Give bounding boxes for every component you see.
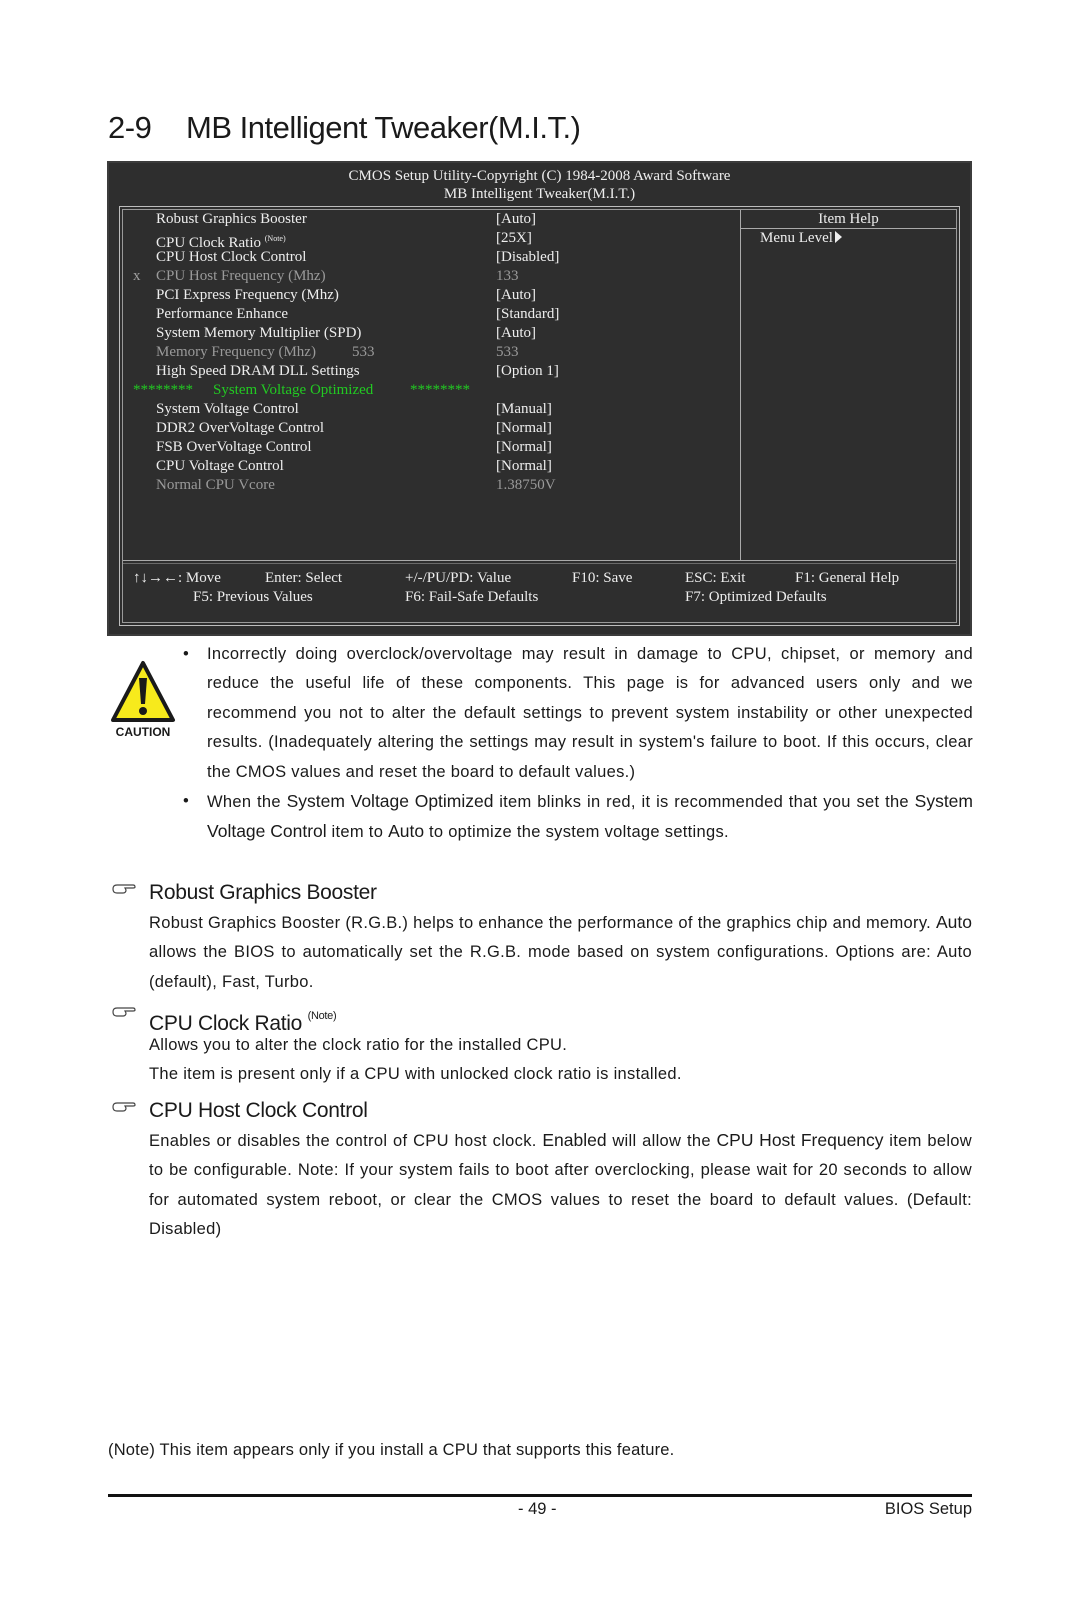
caution-bullet: • Incorrectly doing overclock/overvoltag… bbox=[183, 640, 973, 787]
bios-item-value[interactable]: [Auto] bbox=[496, 286, 536, 305]
footer-label: BIOS Setup bbox=[884, 1500, 972, 1518]
bios-item-value[interactable]: [Auto] bbox=[496, 324, 536, 343]
note-marker: (Note) bbox=[307, 1010, 337, 1022]
bios-item-value: 533 bbox=[496, 344, 519, 360]
pointing-hand-icon bbox=[112, 1007, 136, 1017]
section-heading: Robust Graphics Booster bbox=[112, 878, 972, 908]
key-move: ↑↓→←: Move bbox=[133, 570, 221, 586]
bios-keys-divider bbox=[123, 560, 956, 564]
item-help-body: Menu Level bbox=[760, 230, 842, 247]
bios-item-label: Robust Graphics Booster bbox=[156, 211, 307, 227]
bios-item-label: Memory Frequency (Mhz) bbox=[156, 344, 316, 360]
item-help-title: Item Help bbox=[741, 210, 956, 229]
bios-item-extra-value: 533 bbox=[352, 344, 375, 360]
bios-item-label: CPU Host Clock Control bbox=[156, 249, 307, 265]
bios-key-legend-row2: F5: Previous Values F6: Fail-Safe Defaul… bbox=[120, 588, 959, 607]
bios-item-label: Performance Enhance bbox=[156, 306, 289, 322]
caution-bullets: • Incorrectly doing overclock/overvoltag… bbox=[183, 640, 973, 848]
bullet-dot: • bbox=[183, 645, 190, 663]
key-exit: ESC: Exit bbox=[685, 570, 746, 586]
bios-frame: Robust Graphics Booster [Auto] CPU Clock… bbox=[119, 206, 960, 626]
banner-text: System Voltage Optimized bbox=[213, 382, 374, 398]
section-heading: CPU Host Clock Control bbox=[112, 1096, 972, 1126]
section-body: Robust Graphics Booster (R.G.B.) helps t… bbox=[149, 912, 972, 991]
key-previous-values: F5: Previous Values bbox=[193, 589, 313, 605]
section-cpu-clock-ratio: CPU Clock Ratio (Note) Allows you to alt… bbox=[112, 1001, 972, 1090]
bios-header-copyright: CMOS Setup Utility-Copyright (C) 1984-20… bbox=[348, 168, 731, 184]
bios-item-label: High Speed DRAM DLL Settings bbox=[156, 363, 360, 379]
bios-column-divider bbox=[740, 210, 741, 560]
bullet-dot: • bbox=[183, 792, 190, 811]
pointing-hand-icon bbox=[112, 884, 136, 894]
bios-item-value[interactable]: [Standard] bbox=[496, 305, 559, 324]
menu-level-label: Menu Level bbox=[760, 230, 833, 246]
section-robust-graphics-booster: Robust Graphics Booster Robust Graphics … bbox=[112, 878, 972, 997]
caution-bullet: • When the System Voltage Optimized item… bbox=[183, 787, 973, 848]
bios-item-label: CPU Host Frequency (Mhz) bbox=[156, 268, 326, 284]
bios-screen: CMOS Setup Utility-Copyright (C) 1984-20… bbox=[107, 161, 972, 636]
bios-item-value[interactable]: [Normal] bbox=[496, 438, 552, 457]
bios-item-label: FSB OverVoltage Control bbox=[156, 439, 312, 455]
menu-level-arrow-icon bbox=[834, 231, 842, 243]
section-cpu-host-clock-control: CPU Host Clock Control Enables or disabl… bbox=[112, 1096, 972, 1245]
page-number: - 49 - bbox=[518, 1500, 557, 1518]
section-body: Allows you to alter the clock ratio for … bbox=[149, 1036, 682, 1084]
section-heading: CPU Clock Ratio (Note) bbox=[112, 1001, 972, 1035]
caution-warning-icon bbox=[111, 661, 175, 722]
bios-item-label: System Memory Multiplier (SPD) bbox=[156, 325, 362, 341]
footer-rule bbox=[108, 1494, 972, 1497]
bios-item-label: Normal CPU Vcore bbox=[156, 477, 275, 493]
bios-item-value: 1.38750V bbox=[496, 477, 556, 493]
bios-item-label: System Voltage Control bbox=[156, 401, 299, 417]
key-help: F1: General Help bbox=[795, 570, 900, 586]
bios-item-value[interactable]: [Option 1] bbox=[496, 362, 559, 381]
bios-header-menu-title: MB Intelligent Tweaker(M.I.T.) bbox=[443, 186, 636, 202]
bios-item-value[interactable]: [Normal] bbox=[496, 419, 552, 438]
caution-label: CAUTION bbox=[115, 725, 171, 739]
bios-item-value[interactable]: [Normal] bbox=[496, 457, 552, 476]
disabled-mark: x bbox=[133, 268, 141, 284]
bios-item-label: CPU Voltage Control bbox=[156, 458, 284, 474]
pointing-hand-icon bbox=[112, 1102, 136, 1112]
bios-item-value: 133 bbox=[496, 268, 519, 284]
key-enter: Enter: Select bbox=[265, 570, 343, 586]
key-optimized-defaults: F7: Optimized Defaults bbox=[685, 589, 827, 605]
page-title: 2-9 MB Intelligent Tweaker(M.I.T.) bbox=[108, 110, 581, 146]
bios-item-value[interactable]: [25X] bbox=[496, 229, 532, 248]
key-save: F10: Save bbox=[572, 570, 633, 586]
bios-item-label: DDR2 OverVoltage Control bbox=[156, 420, 325, 436]
bios-item-value[interactable]: [Manual] bbox=[496, 400, 552, 419]
section-number: 2-9 bbox=[108, 110, 152, 145]
footnote: (Note) This item appears only if you ins… bbox=[108, 1441, 675, 1459]
note-marker: (Note) bbox=[264, 234, 286, 243]
key-failsafe-defaults: F6: Fail-Safe Defaults bbox=[405, 589, 539, 605]
bios-item-value[interactable]: [Auto] bbox=[496, 210, 536, 229]
bios-item-label: PCI Express Frequency (Mhz) bbox=[156, 287, 339, 303]
bios-item-value[interactable]: [Disabled] bbox=[496, 248, 559, 267]
section-title: MB Intelligent Tweaker(M.I.T.) bbox=[186, 110, 581, 145]
bios-key-legend-row1: ↑↓→←: Move Enter: Select +/-/PU/PD: Valu… bbox=[120, 569, 959, 588]
key-value: +/-/PU/PD: Value bbox=[405, 570, 512, 586]
section-body: Enables or disables the control of CPU h… bbox=[149, 1130, 972, 1239]
